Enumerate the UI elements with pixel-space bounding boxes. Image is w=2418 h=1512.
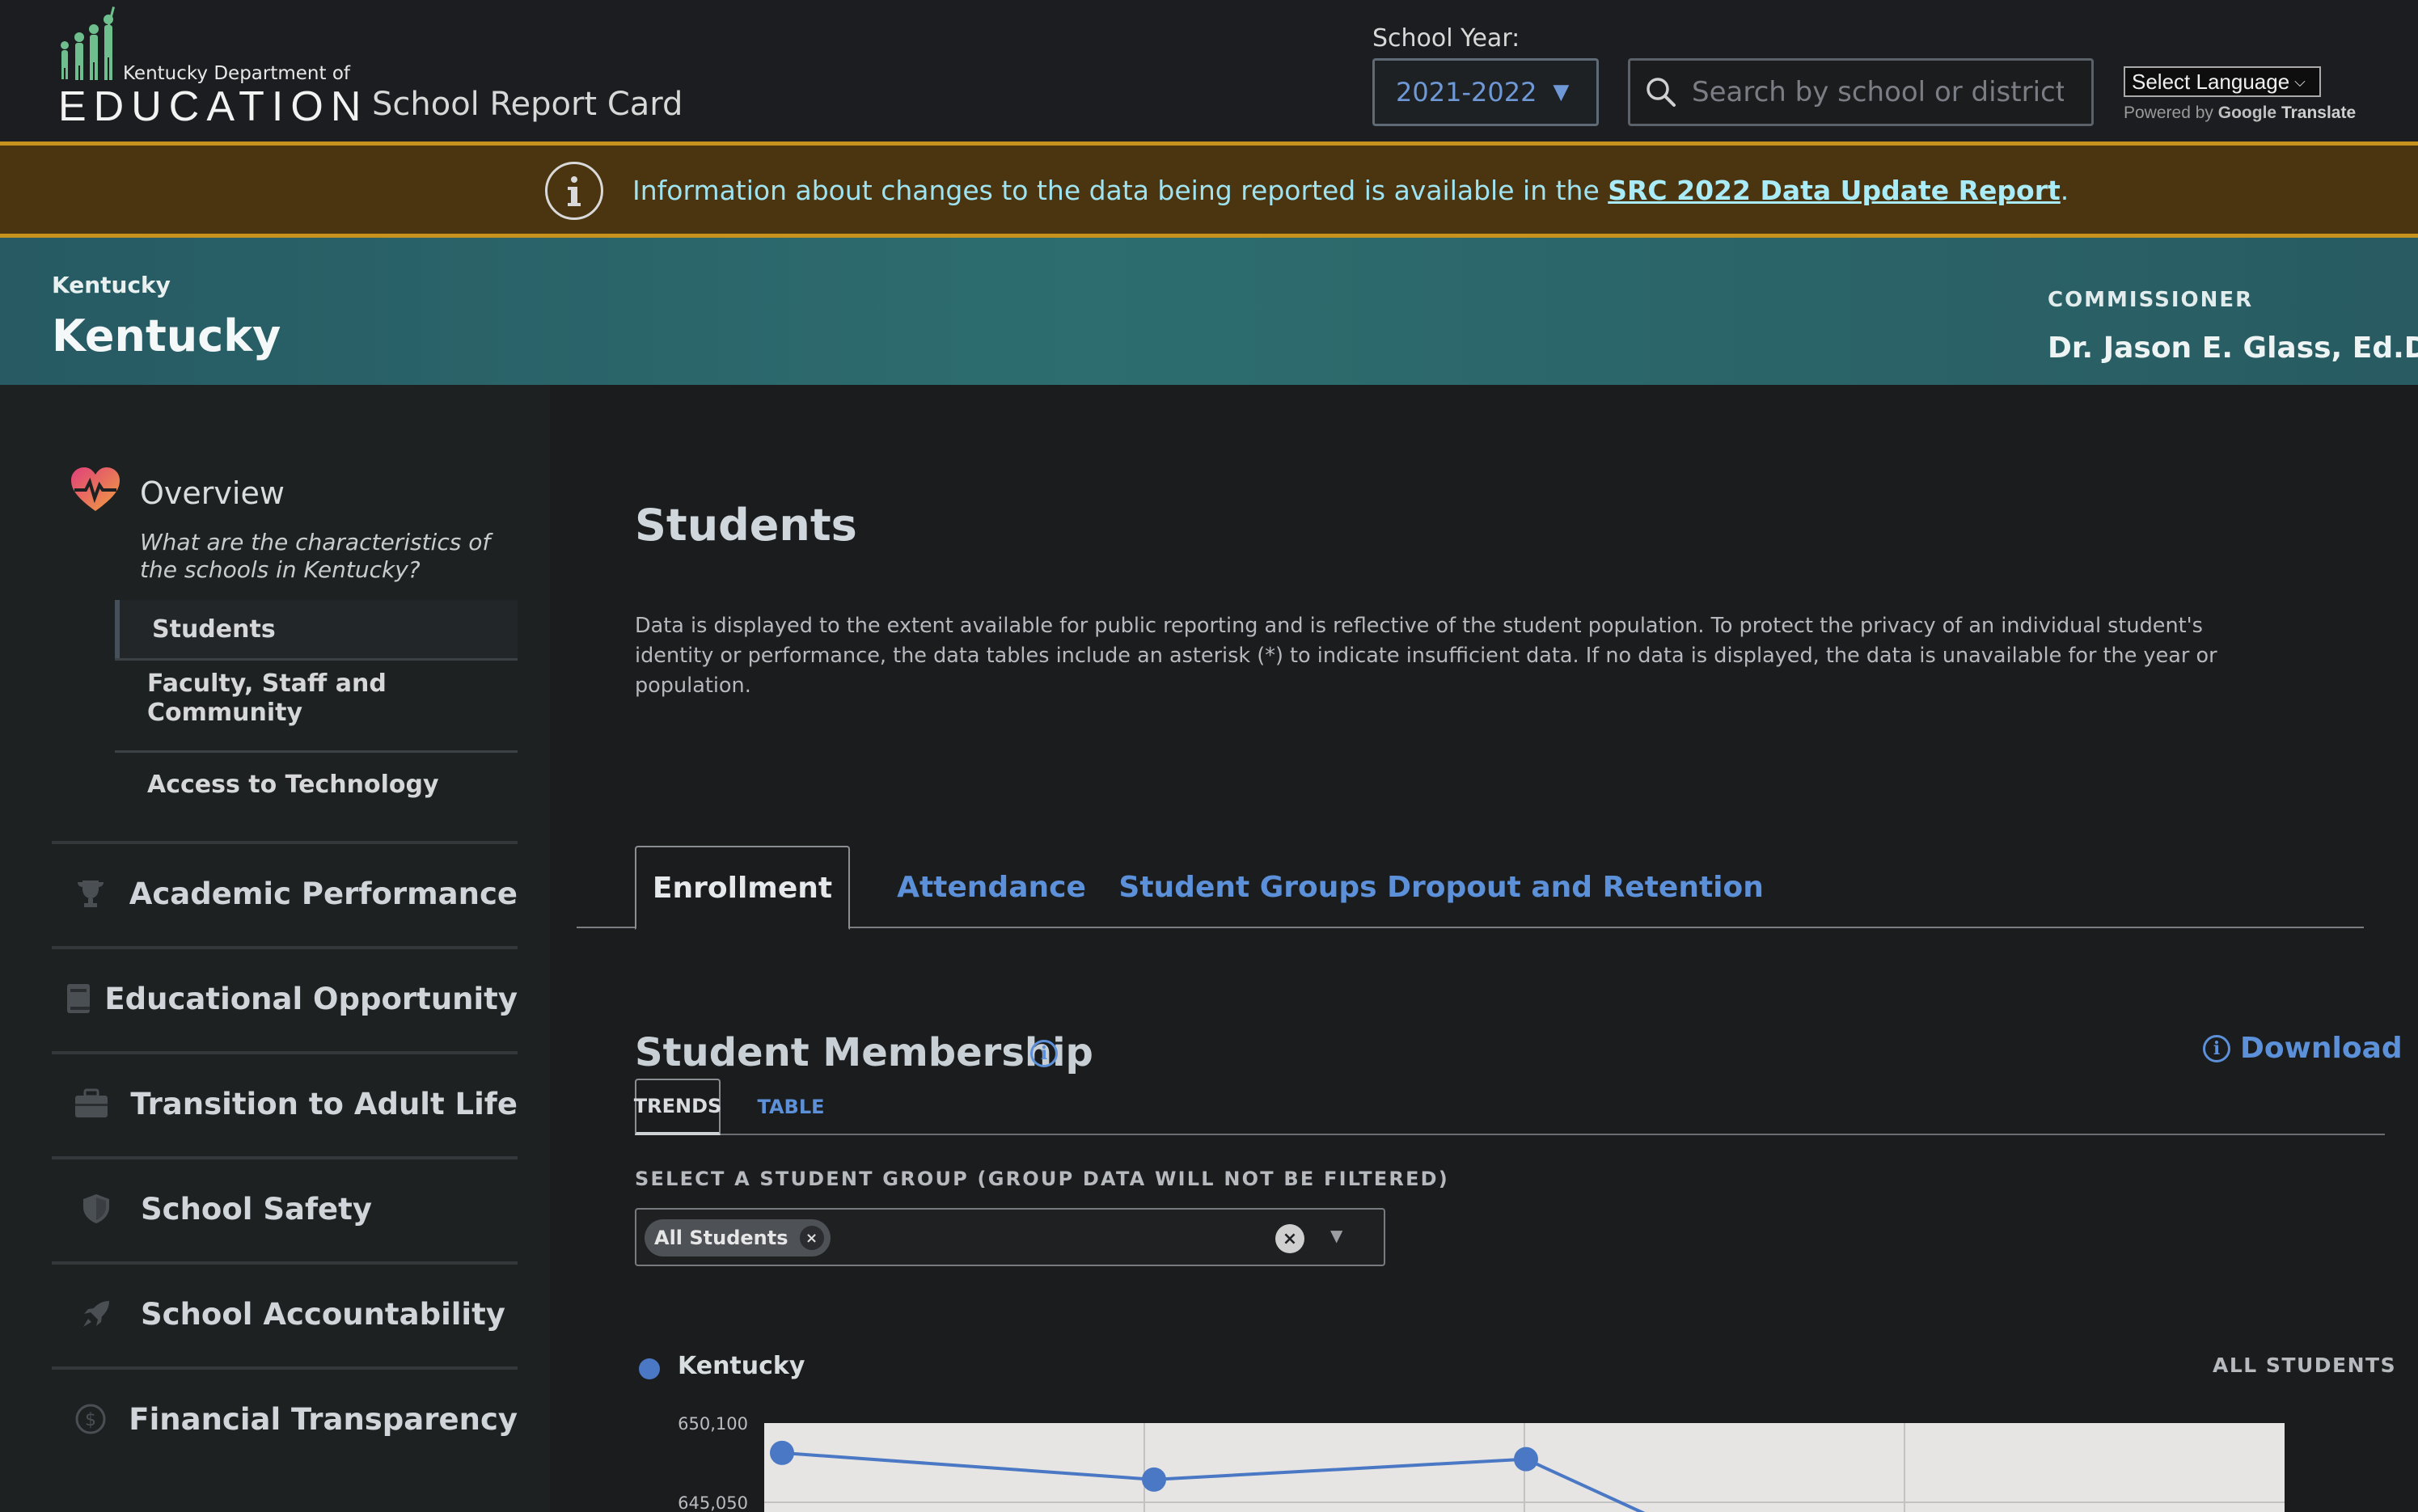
data-update-report-link[interactable]: SRC 2022 Data Update Report [1608, 175, 2061, 206]
heartbeat-icon [71, 467, 120, 511]
sidebar-item-label: Financial Transparency [129, 1401, 518, 1437]
powered-by-translate[interactable]: Powered by Google Translate [2124, 103, 2356, 123]
breadcrumb: Kentucky [52, 272, 171, 298]
dollar-coin-icon: $ [52, 1395, 129, 1443]
clear-selection-icon[interactable]: × [1275, 1224, 1304, 1253]
logo-figures-icon [61, 6, 116, 80]
sidebar-subitem-label: Students [152, 615, 276, 644]
tab-student-groups[interactable]: Student Groups [1118, 846, 1377, 928]
commissioner-label: COMMISSIONER [2048, 288, 2254, 312]
location-hero: Kentucky Kentucky COMMISSIONER Dr. Jason… [0, 238, 2418, 385]
search-box[interactable] [1628, 58, 2094, 126]
notice-text-before: Information about changes to the data be… [632, 175, 1608, 206]
translate-text: Translate [2281, 103, 2357, 122]
tab-enrollment[interactable]: Enrollment [635, 846, 850, 930]
subtab-table[interactable]: TABLE [756, 1079, 826, 1135]
group-select-label: SELECT A STUDENT GROUP (GROUP DATA WILL … [635, 1168, 1449, 1190]
sidebar-overview-title[interactable]: Overview [140, 475, 285, 511]
notice-banner: Information about changes to the data be… [0, 141, 2418, 238]
sidebar-item-label: Transition to Adult Life [130, 1086, 518, 1121]
info-icon[interactable]: i [1030, 1040, 1058, 1067]
data-point [770, 1440, 794, 1465]
trophy-icon [52, 869, 129, 918]
download-label: Download [2240, 1032, 2403, 1065]
rocket-icon [52, 1290, 141, 1338]
page-title: Students [635, 500, 857, 551]
sidebar-item-school-safety[interactable]: School Safety [52, 1156, 518, 1258]
info-circle-icon [545, 162, 603, 220]
page-description: Data is displayed to the extent availabl… [635, 614, 2217, 698]
powered-by-text: Powered by [2124, 103, 2213, 122]
sidebar-subitem-faculty[interactable]: Faculty, Staff and Community [115, 663, 518, 734]
tab-attendance[interactable]: Attendance [884, 846, 1099, 928]
search-input[interactable] [1692, 76, 2064, 108]
sidebar-subitem-label: Access to Technology [147, 771, 439, 799]
enrollment-trend-chart: 650,100 645,050 [678, 1414, 2285, 1512]
shield-icon [52, 1185, 141, 1233]
y-tick-label: 645,050 [678, 1493, 748, 1512]
download-button[interactable]: i Download [2203, 1032, 2403, 1065]
language-select[interactable]: Select Language ⌵ [2124, 66, 2321, 97]
chevron-down-icon: ⌵ [2294, 73, 2306, 90]
language-select-label: Select Language [2132, 69, 2290, 94]
commissioner-name: Dr. Jason E. Glass, Ed.D. [2048, 332, 2418, 365]
sidebar-overview-description: What are the characteristics of the scho… [140, 529, 491, 583]
briefcase-icon [52, 1079, 130, 1128]
sidebar-item-school-accountability[interactable]: School Accountability [52, 1261, 518, 1363]
caret-down-icon: ▼ [1553, 80, 1570, 104]
school-year-value: 2021-2022 [1396, 77, 1537, 108]
remove-chip-icon[interactable]: × [799, 1226, 824, 1250]
subtab-trends[interactable]: TRENDS [634, 1079, 721, 1135]
school-year-label: School Year: [1372, 24, 1520, 53]
dropdown-caret-icon[interactable]: ▼ [1330, 1226, 1342, 1245]
divider [115, 658, 518, 661]
app-title: School Report Card [372, 86, 683, 123]
svg-text:$: $ [85, 1410, 96, 1430]
sidebar-subitem-students[interactable]: Students [115, 600, 518, 660]
book-icon [52, 974, 104, 1023]
logo-wordmark: EDUCATION [58, 83, 369, 130]
section-title: Student Membership [635, 1030, 1093, 1075]
sidebar-item-academic-performance[interactable]: Academic Performance [52, 841, 518, 943]
student-group-select[interactable]: All Students × × ▼ [635, 1208, 1385, 1266]
sidebar-item-label: Academic Performance [129, 876, 518, 911]
legend-label: Kentucky [678, 1352, 805, 1380]
google-logo: Google [2217, 103, 2277, 122]
data-point [1514, 1447, 1538, 1472]
page-location-title: Kentucky [52, 310, 281, 361]
sidebar-item-label: School Accountability [141, 1296, 505, 1332]
logo-dept-text: Kentucky Department of [123, 63, 350, 84]
top-header: Kentucky Department of EDUCATION School … [0, 0, 2418, 141]
search-icon [1647, 78, 1676, 107]
sidebar-item-financial-transparency[interactable]: $ Financial Transparency [52, 1366, 518, 1468]
view-subtabs: TRENDS TABLE [634, 1079, 2385, 1135]
sidebar-subitem-label: Faculty, Staff and Community [147, 669, 387, 727]
legend-marker [639, 1358, 660, 1379]
sidebar-item-educational-opportunity[interactable]: Educational Opportunity [52, 946, 518, 1048]
notice-text: Information about changes to the data be… [632, 175, 2069, 206]
data-point [1142, 1467, 1166, 1492]
tab-bar: Enrollment Attendance Student Groups Dro… [577, 846, 2364, 930]
school-year-select[interactable]: 2021-2022 ▼ [1372, 58, 1599, 126]
divider [115, 750, 518, 753]
selected-group-chip: All Students × [645, 1219, 831, 1256]
sidebar-item-transition-adult-life[interactable]: Transition to Adult Life [52, 1051, 518, 1153]
info-icon: i [2203, 1034, 2230, 1062]
sidebar-item-label: School Safety [141, 1191, 372, 1227]
y-tick-label: 650,100 [678, 1414, 748, 1434]
sidebar: Overview What are the characteristics of… [0, 385, 550, 1512]
sidebar-subitem-technology[interactable]: Access to Technology [115, 755, 518, 815]
kde-logo[interactable]: Kentucky Department of EDUCATION [57, 5, 361, 130]
main-content: Students Data is displayed to the extent… [550, 385, 2418, 1512]
group-caption: ALL STUDENTS [2213, 1354, 2397, 1377]
tab-dropout-retention[interactable]: Dropout and Retention [1387, 846, 1764, 928]
sidebar-item-label: Educational Opportunity [104, 981, 518, 1016]
notice-text-after: . [2060, 175, 2069, 206]
chip-label: All Students [654, 1227, 788, 1249]
